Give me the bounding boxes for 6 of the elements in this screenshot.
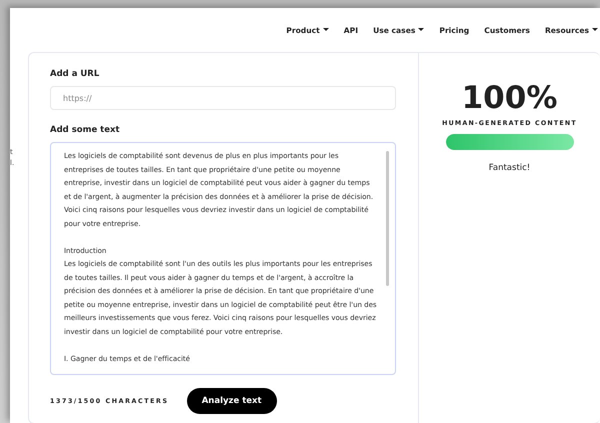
analyze-button[interactable]: Analyze text (186, 388, 277, 414)
field-label: Add some text (50, 125, 121, 135)
url-input-field[interactable]: https:// (50, 86, 396, 110)
score-value: 100% (462, 83, 558, 114)
field-label: Add a URL (50, 69, 100, 79)
verdict-text: Fantastic! (488, 163, 530, 173)
